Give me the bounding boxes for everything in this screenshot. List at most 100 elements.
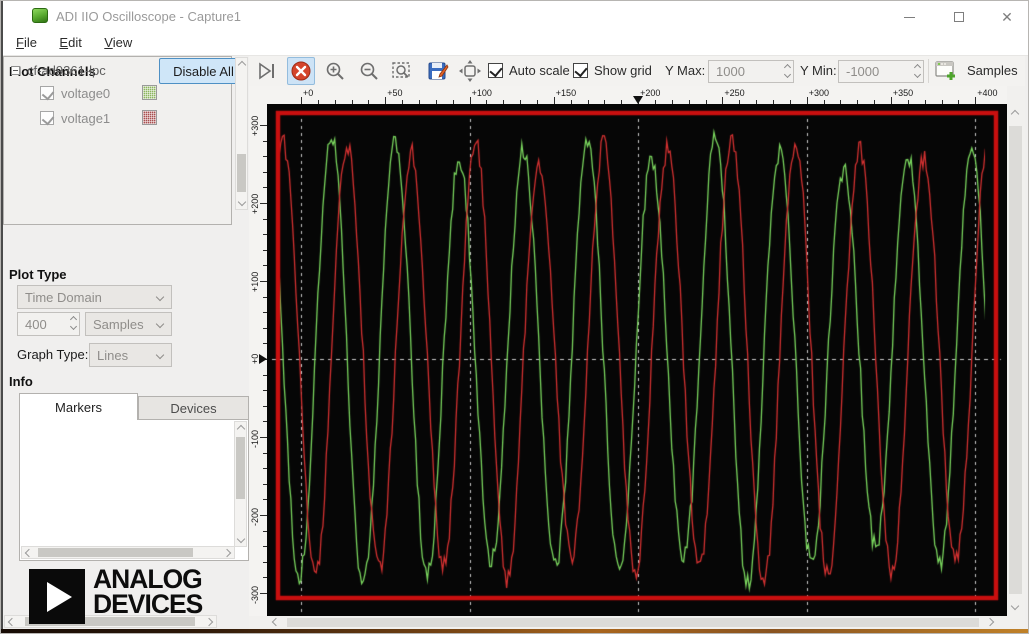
plot-type-heading: Plot Type	[9, 267, 67, 282]
tab-devices[interactable]: Devices	[138, 396, 249, 420]
logo-triangle-icon	[46, 581, 72, 612]
x-ruler-label: +200	[640, 88, 661, 98]
sample-unit-dropdown[interactable]: Samples	[85, 312, 172, 336]
scroll-up-icon[interactable]	[236, 424, 246, 434]
scroll-left-icon[interactable]	[7, 617, 17, 627]
spin-down-icon[interactable]	[69, 322, 78, 331]
minimize-button[interactable]	[894, 9, 924, 25]
plot-canvas[interactable]	[267, 104, 1007, 616]
y-ruler-marker[interactable]	[259, 354, 267, 364]
scrollbar-thumb[interactable]	[287, 618, 979, 627]
spinner-arrows[interactable]	[69, 315, 78, 331]
y-ruler-tick	[260, 281, 267, 282]
show-grid-checkbox[interactable]	[573, 63, 588, 78]
x-ruler-label: +300	[808, 88, 829, 98]
chevron-down-icon	[155, 319, 165, 329]
sample-count-spinner[interactable]: 400	[17, 312, 80, 336]
spinner-arrows[interactable]	[783, 63, 792, 79]
scroll-left-icon[interactable]	[271, 617, 281, 627]
graph-type-dropdown[interactable]: Lines	[89, 343, 172, 367]
spin-down-icon[interactable]	[913, 70, 922, 79]
capture-stop-button[interactable]	[287, 57, 315, 85]
window-left-edge	[1, 1, 3, 629]
scroll-right-icon[interactable]	[204, 617, 214, 627]
scrollbar-thumb[interactable]	[237, 154, 246, 192]
collapse-icon[interactable]	[11, 65, 20, 75]
scroll-right-icon[interactable]	[222, 548, 232, 558]
scroll-left-icon[interactable]	[24, 548, 34, 558]
y-min-label: Y Min:	[800, 63, 837, 78]
titlebar: ADI IIO Oscilloscope - Capture1 ✕	[1, 1, 1028, 31]
zoom-fit-button[interactable]	[388, 57, 416, 85]
capture-play-button[interactable]	[254, 57, 282, 85]
channel-panel: Plot Channels Disable All cf-ad9361-lpc …	[3, 56, 249, 629]
scroll-down-icon[interactable]	[1010, 601, 1020, 611]
x-ruler-tick	[553, 97, 555, 104]
pan-fit-button[interactable]	[456, 57, 484, 85]
show-grid-label: Show grid	[594, 63, 652, 78]
info-horizontal-scrollbar[interactable]	[21, 546, 235, 559]
save-plot-button[interactable]	[424, 57, 452, 85]
scrollbar-thumb[interactable]	[236, 437, 245, 499]
scroll-up-icon[interactable]	[1010, 109, 1020, 119]
graph-type-value: Lines	[97, 347, 129, 363]
toolbar-separator	[928, 59, 929, 83]
zoom-in-button[interactable]	[321, 57, 349, 85]
x-axis-ruler: +0 +50 +100 +150 +200 +250 +300 +350 +400	[249, 86, 1007, 104]
x-ruler-marker[interactable]	[633, 96, 644, 104]
voltage1-checkbox[interactable]	[40, 111, 54, 125]
ruler-corner	[1007, 86, 1025, 104]
tree-row-voltage1[interactable]: voltage1	[3, 107, 110, 129]
maximize-button[interactable]	[944, 9, 974, 25]
scroll-up-icon[interactable]	[237, 60, 247, 70]
auto-scale-checkbox[interactable]	[488, 63, 503, 78]
x-ruler-label: +150	[555, 88, 577, 98]
plot-type-dropdown[interactable]: Time Domain	[17, 285, 172, 309]
menu-edit[interactable]: Edit	[50, 31, 90, 56]
tree-vertical-scrollbar[interactable]	[235, 57, 248, 210]
zoom-out-button[interactable]	[355, 57, 383, 85]
tab-markers[interactable]: Markers	[19, 393, 138, 420]
voltage0-color-swatch[interactable]	[142, 85, 157, 100]
scrollbar-thumb[interactable]	[1009, 126, 1022, 594]
x-ruler-tick	[806, 97, 808, 104]
plot-horizontal-scrollbar[interactable]	[249, 616, 1007, 629]
scroll-right-icon[interactable]	[985, 617, 995, 627]
x-ruler-label: +350	[892, 88, 914, 98]
new-plot-icon	[935, 61, 955, 80]
y-max-spinner[interactable]: 1000	[708, 60, 794, 83]
voltage1-color-swatch[interactable]	[142, 110, 157, 125]
plot-toolbar: Auto scale Show grid Y Max: 1000 Y Min: …	[249, 56, 1028, 86]
new-plot-button[interactable]	[932, 57, 960, 85]
y-min-spinner[interactable]: -1000	[838, 60, 924, 83]
scroll-down-icon[interactable]	[236, 534, 246, 544]
voltage0-checkbox[interactable]	[40, 86, 54, 100]
zoom-in-icon	[326, 62, 344, 80]
menu-view[interactable]: View	[95, 31, 141, 56]
stop-icon	[291, 61, 311, 81]
x-ruler-label: +400	[977, 88, 998, 98]
info-vertical-scrollbar[interactable]	[234, 421, 247, 547]
zoom-fit-icon	[392, 62, 410, 78]
tree-row-voltage0[interactable]: voltage0	[3, 82, 110, 104]
y-ruler-tick	[260, 593, 267, 594]
x-ruler-label: +100	[471, 88, 492, 98]
spin-down-icon[interactable]	[783, 70, 792, 79]
analog-devices-logo	[29, 569, 85, 624]
plot-vertical-scrollbar[interactable]	[1007, 104, 1025, 616]
tree-row-device[interactable]: cf-ad9361-lpc	[3, 59, 106, 81]
oscilloscope-plot: +0 +50 +100 +150 +200 +250 +300 +350 +400 +300 +2…	[249, 86, 1025, 629]
menubar: File Edit View	[1, 31, 1028, 56]
x-ruler-tick	[301, 97, 302, 104]
y-ruler-label: -100	[250, 429, 260, 448]
window-right-margin	[1025, 56, 1028, 629]
menu-file[interactable]: File	[7, 31, 46, 56]
scrollbar-corner	[1007, 616, 1025, 629]
scrollbar-thumb[interactable]	[38, 548, 193, 557]
close-button[interactable]: ✕	[992, 9, 1022, 25]
x-ruler-tick	[975, 97, 977, 104]
markers-info-panel	[19, 419, 249, 561]
x-ruler-label: +250	[724, 88, 745, 98]
scroll-down-icon[interactable]	[237, 197, 247, 207]
spinner-arrows[interactable]	[913, 63, 922, 79]
